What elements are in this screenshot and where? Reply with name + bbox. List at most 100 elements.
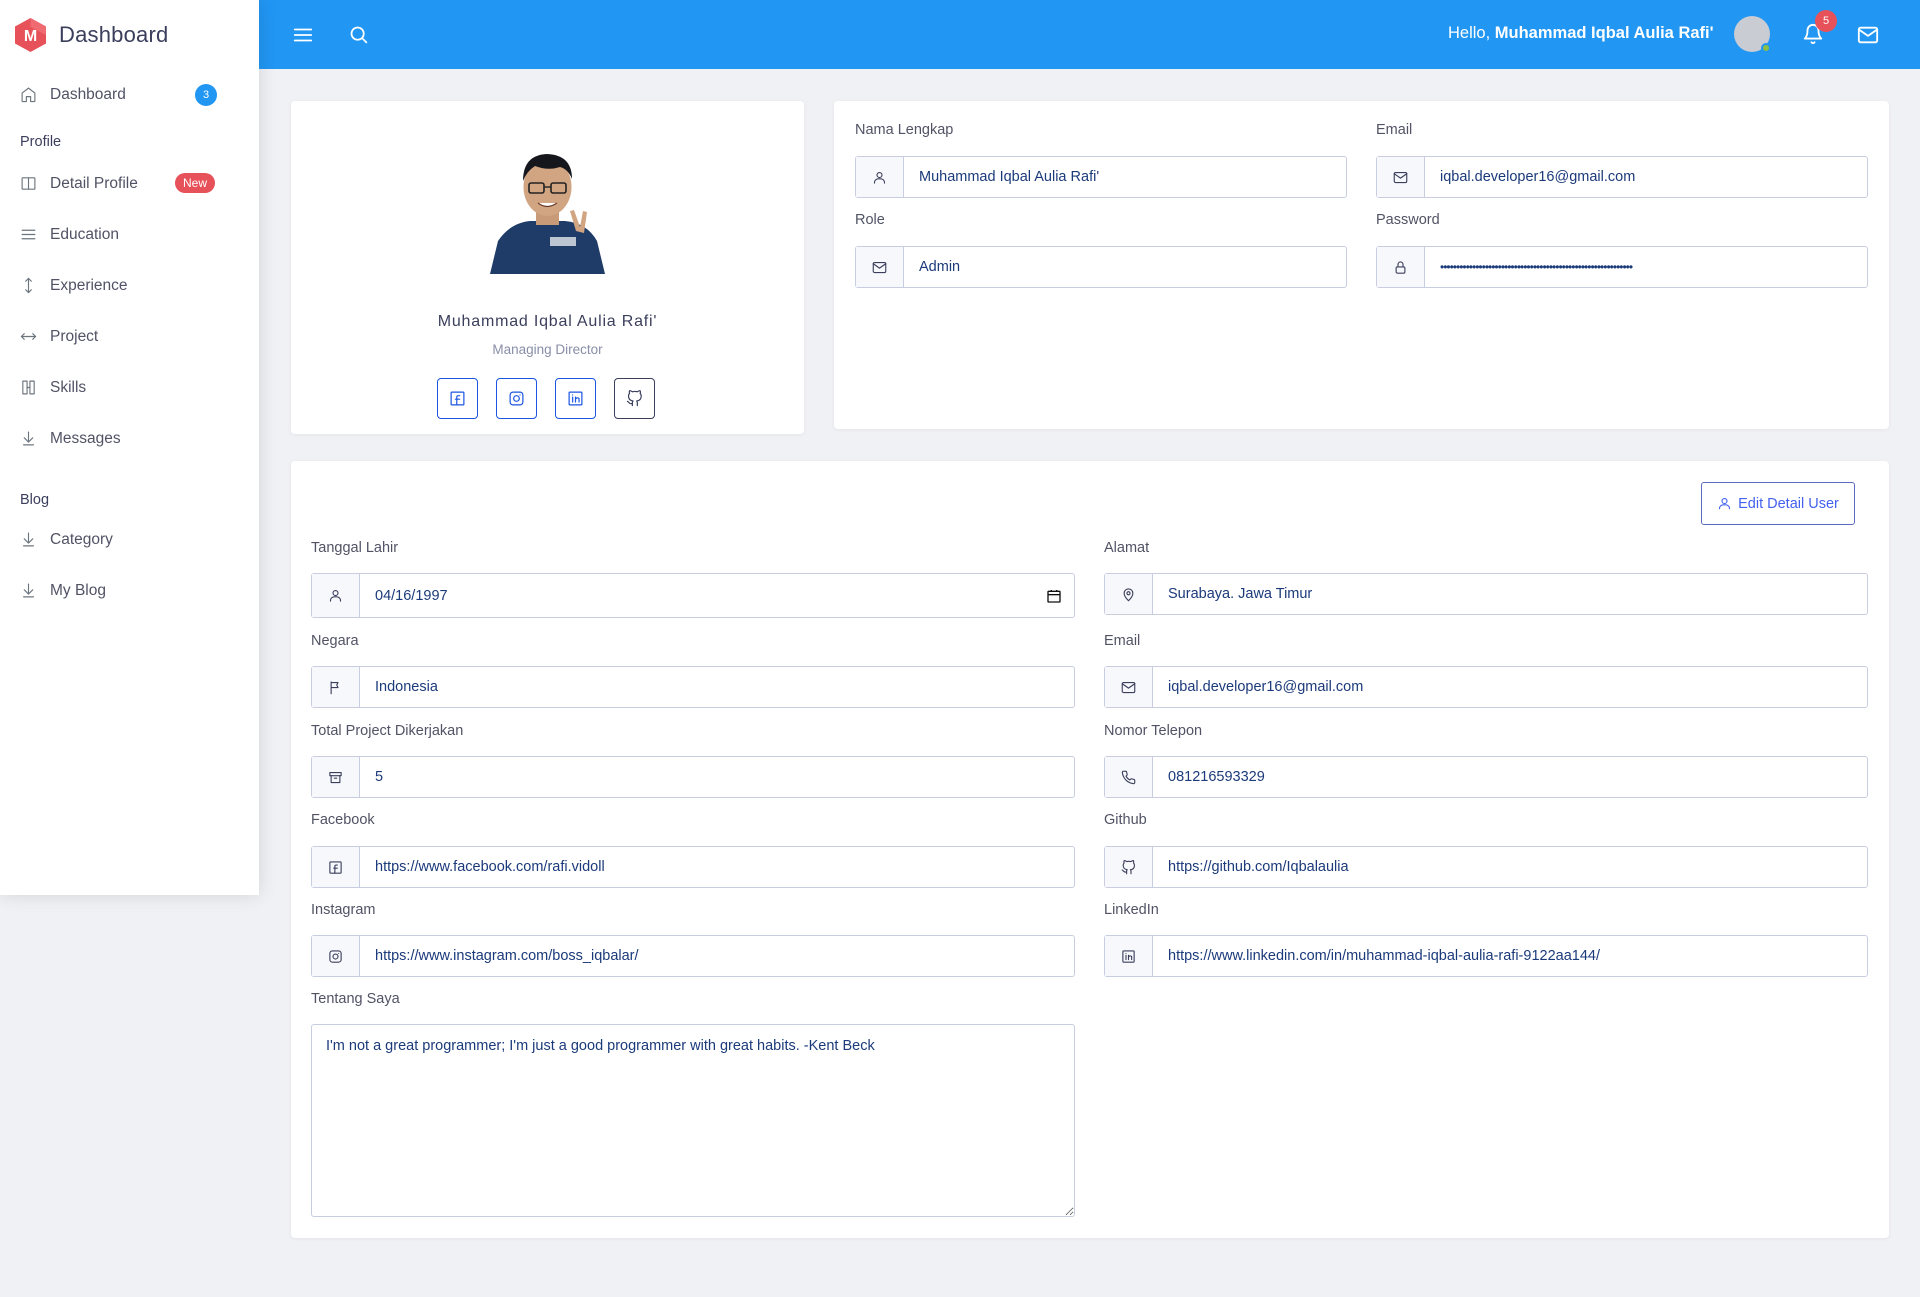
role-input[interactable] (904, 247, 1346, 287)
arrow-down-icon (22, 431, 35, 446)
profile-name: Muhammad Iqbal Aulia Rafi' (437, 313, 658, 330)
about-textarea[interactable]: I'm not a great programmer; I'm just a g… (311, 1024, 1075, 1217)
brand-name: Dashboard (59, 21, 169, 47)
edit-button-label: Edit Detail User (1738, 495, 1839, 512)
sidebar-section-blog: Blog (20, 492, 50, 508)
greeting-text: Hello, (1448, 24, 1491, 42)
email-field (1376, 156, 1868, 198)
github-label: Github (1104, 812, 1147, 828)
sidebar-item-label: Skills (50, 378, 87, 396)
mail-icon (1105, 667, 1153, 707)
user-name: Muhammad Iqbal Aulia Rafi' (1494, 24, 1714, 42)
sidebar-item-dashboard[interactable]: Dashboard 3 (0, 69, 259, 120)
home-icon (21, 87, 36, 103)
new-badge: New (175, 173, 216, 193)
sidebar-item-project[interactable]: Project (0, 311, 259, 362)
projects-field (311, 756, 1075, 798)
user-icon (856, 157, 904, 197)
edit-detail-user-button[interactable]: Edit Detail User (1701, 482, 1855, 525)
password-input[interactable] (1425, 247, 1867, 287)
linkedin-button[interactable] (555, 378, 596, 419)
phone-input[interactable] (1153, 757, 1867, 797)
facebook-icon (312, 847, 360, 887)
sidebar-item-label: Category (50, 530, 113, 548)
sidebar-item-label: My Blog (50, 581, 106, 599)
github-icon (626, 390, 642, 407)
country-input[interactable] (360, 667, 1074, 707)
sidebar-item-education[interactable]: Education (0, 209, 259, 260)
detail-card: Edit Detail User Tanggal Lahir Negara To… (291, 461, 1889, 1238)
sidebar: M Dashboard Dashboard 3 Profile Detail P… (0, 0, 259, 895)
mail-icon (1377, 157, 1425, 197)
github-button[interactable] (614, 378, 655, 419)
profile-card: Muhammad Iqbal Aulia Rafi' Managing Dire… (291, 101, 804, 434)
detail-email-field (1104, 666, 1868, 708)
map-pin-icon (1105, 574, 1153, 614)
hamburger-menu-icon[interactable] (292, 24, 314, 46)
mail-icon (856, 247, 904, 287)
linkedin-label: LinkedIn (1104, 902, 1159, 918)
sidebar-item-label: Dashboard (50, 85, 126, 103)
facebook-button[interactable] (437, 378, 478, 419)
menu-icon (21, 229, 36, 240)
address-input[interactable] (1153, 574, 1867, 614)
instagram-input[interactable] (360, 936, 1074, 976)
linkedin-icon (1105, 936, 1153, 976)
birth-label: Tanggal Lahir (311, 540, 399, 556)
country-label: Negara (311, 633, 359, 649)
arrow-down-icon (22, 583, 35, 598)
arrow-up-down-icon (25, 277, 32, 294)
greeting: Hello, Muhammad Iqbal Aulia Rafi' (1448, 24, 1714, 43)
profile-role: Managing Director (492, 342, 603, 357)
sidebar-item-skills[interactable]: Skills (0, 362, 259, 413)
brand[interactable]: M Dashboard (0, 0, 259, 69)
account-card: Nama Lengkap Email Role Password (834, 101, 1889, 429)
phone-field (1104, 756, 1868, 798)
user-icon (312, 574, 360, 617)
dashboard-count-badge: 3 (195, 84, 217, 106)
flag-icon (312, 667, 360, 707)
instagram-field (311, 935, 1075, 977)
address-field (1104, 573, 1868, 615)
projects-label: Total Project Dikerjakan (311, 723, 464, 739)
full-name-label: Nama Lengkap (855, 122, 954, 138)
sidebar-item-label: Education (50, 225, 119, 243)
facebook-label: Facebook (311, 812, 375, 828)
detail-email-input[interactable] (1153, 667, 1867, 707)
sidebar-item-detail-profile[interactable]: Detail Profile New (0, 158, 259, 209)
country-field (311, 666, 1075, 708)
arrow-left-right-icon (20, 333, 37, 340)
instagram-icon (509, 391, 524, 406)
online-status-dot (1761, 43, 1771, 53)
instagram-label: Instagram (311, 902, 376, 918)
mail-icon[interactable] (1857, 24, 1879, 46)
projects-input[interactable] (360, 757, 1074, 797)
full-name-input[interactable] (904, 157, 1346, 197)
facebook-input[interactable] (360, 847, 1074, 887)
sidebar-item-messages[interactable]: Messages (0, 413, 259, 464)
facebook-icon (450, 391, 465, 406)
instagram-icon (312, 936, 360, 976)
sidebar-item-my-blog[interactable]: My Blog (0, 565, 259, 616)
about-label: Tentang Saya (311, 991, 400, 1007)
sidebar-item-experience[interactable]: Experience (0, 260, 259, 311)
sidebar-item-label: Experience (50, 276, 128, 294)
github-input[interactable] (1153, 847, 1867, 887)
kanban-icon (22, 380, 35, 395)
archive-icon (312, 757, 360, 797)
role-label: Role (855, 212, 885, 228)
github-field (1104, 846, 1868, 888)
email-label: Email (1376, 122, 1413, 138)
birth-date-input[interactable] (360, 574, 1034, 617)
linkedin-input[interactable] (1153, 936, 1867, 976)
search-icon[interactable] (348, 24, 369, 45)
password-field (1376, 246, 1868, 288)
sidebar-item-category[interactable]: Category (0, 514, 259, 565)
sidebar-item-label: Messages (50, 429, 121, 447)
address-label: Alamat (1104, 540, 1150, 556)
calendar-icon[interactable] (1034, 574, 1074, 617)
email-input[interactable] (1425, 157, 1867, 197)
instagram-button[interactable] (496, 378, 537, 419)
sidebar-section-profile: Profile (20, 134, 62, 150)
full-name-field (855, 156, 1347, 198)
